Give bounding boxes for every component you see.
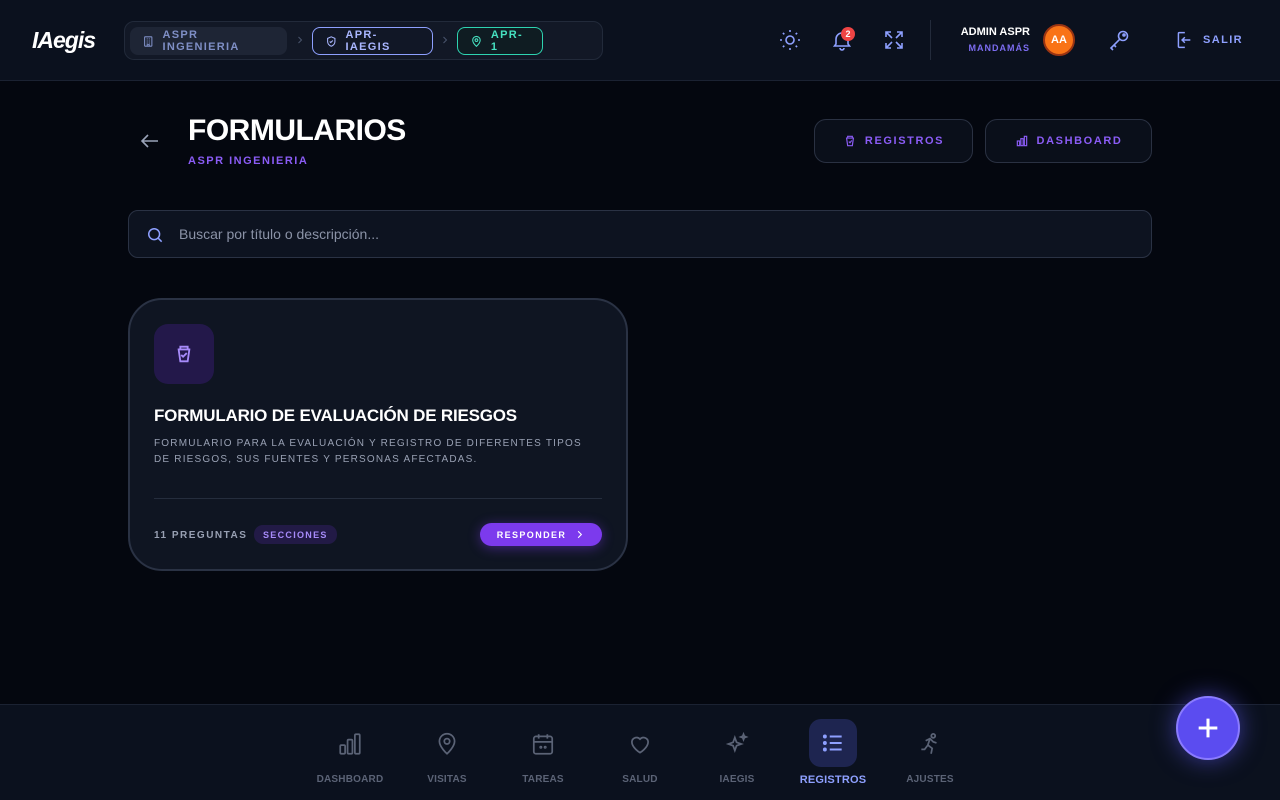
chevron-right-icon: [578, 530, 583, 539]
logout-label: SALIR: [1203, 34, 1243, 46]
key-icon: [1109, 30, 1129, 51]
respond-button[interactable]: RESPONDER: [480, 523, 602, 546]
logout-button[interactable]: SALIR: [1172, 28, 1243, 52]
breadcrumb-item-project[interactable]: APR-IAEGIS: [312, 27, 433, 55]
sun-icon: [780, 30, 800, 50]
key-button[interactable]: [1107, 28, 1131, 52]
registros-label: REGISTROS: [864, 135, 945, 147]
nav-label: DASHBOARD: [316, 774, 384, 785]
nav-item-tareas[interactable]: TAREAS: [495, 705, 591, 800]
list-icon: [809, 719, 857, 767]
shield-icon: [327, 35, 336, 47]
nav-item-visitas[interactable]: VISITAS: [399, 705, 495, 800]
dashboard-label: DASHBOARD: [1036, 135, 1123, 147]
card-divider: [154, 498, 602, 499]
heart-icon: [627, 731, 653, 757]
nav-label: TAREAS: [522, 774, 564, 785]
chevron-right-icon: [298, 36, 303, 44]
sparkles-icon: [724, 731, 750, 757]
user-name: ADMIN ASPR: [960, 26, 1030, 38]
nav-item-dashboard[interactable]: DASHBOARD: [302, 705, 398, 800]
map-pin-icon: [434, 731, 460, 757]
search-icon: [148, 228, 163, 243]
calendar-icon: [530, 731, 556, 757]
runner-icon: [917, 731, 943, 757]
respond-label: RESPONDER: [496, 529, 567, 540]
nav-label: REGISTROS: [799, 774, 867, 786]
chevron-right-icon: [443, 36, 448, 44]
plus-icon: [1198, 718, 1218, 738]
expand-icon: [885, 31, 903, 49]
question-count: 11 PREGUNTAS: [154, 530, 248, 541]
form-title: FORMULARIO DE EVALUACIÓN DE RIESGOS: [154, 406, 517, 425]
page-subtitle: ASPR INGENIERIA: [188, 155, 309, 167]
fullscreen-button[interactable]: [882, 28, 906, 52]
add-button[interactable]: [1176, 696, 1240, 760]
notification-badge: 2: [841, 27, 855, 41]
search-bar: [128, 210, 1152, 258]
bar-chart-icon: [1016, 135, 1027, 147]
avatar[interactable]: AA: [1043, 24, 1075, 56]
logout-icon: [1177, 31, 1191, 49]
dashboard-button[interactable]: DASHBOARD: [985, 119, 1152, 163]
top-bar: IAegis ASPR INGENIERIA APR-IAEGIS APR-1 …: [0, 0, 1280, 81]
nav-label: IAEGIS: [719, 774, 755, 785]
nav-label: VISITAS: [427, 774, 467, 785]
map-pin-icon: [472, 35, 481, 47]
user-role: MANDAMÁS: [968, 43, 1030, 53]
app-logo[interactable]: IAegis: [32, 27, 96, 54]
breadcrumb: ASPR INGENIERIA APR-IAEGIS APR-1: [124, 21, 603, 60]
theme-toggle-button[interactable]: [778, 28, 802, 52]
nav-label: SALUD: [622, 774, 658, 785]
bar-chart-icon: [337, 731, 363, 757]
registros-button[interactable]: REGISTROS: [814, 119, 973, 163]
form-icon-tile: [154, 324, 214, 384]
nav-item-ajustes[interactable]: AJUSTES: [882, 705, 978, 800]
form-card[interactable]: FORMULARIO DE EVALUACIÓN DE RIESGOS FORM…: [128, 298, 628, 571]
nav-item-registros[interactable]: REGISTROS: [785, 705, 881, 800]
clipboard-check-icon: [177, 345, 191, 363]
page-title: FORMULARIOS: [188, 114, 406, 147]
building-icon: [144, 35, 153, 47]
search-input[interactable]: [179, 211, 1139, 257]
form-description: FORMULARIO PARA LA EVALUACIÓN Y REGISTRO…: [154, 438, 582, 465]
breadcrumb-item-company[interactable]: ASPR INGENIERIA: [130, 27, 287, 55]
nav-item-iaegis[interactable]: IAEGIS: [689, 705, 785, 800]
nav-item-salud[interactable]: SALUD: [592, 705, 688, 800]
breadcrumb-label: APR-1: [490, 29, 523, 53]
breadcrumb-item-site[interactable]: APR-1: [457, 27, 543, 55]
nav-label: AJUSTES: [906, 774, 954, 785]
breadcrumb-label: APR-IAEGIS: [345, 29, 391, 53]
arrow-left-icon: [140, 134, 158, 148]
sections-tag: SECCIONES: [254, 525, 337, 544]
clipboard-icon: [845, 135, 854, 147]
bottom-nav: DASHBOARD VISITAS TAREAS SALUD IAEGIS RE…: [0, 704, 1280, 800]
back-button[interactable]: [138, 129, 162, 153]
breadcrumb-label: ASPR INGENIERIA: [162, 29, 240, 53]
